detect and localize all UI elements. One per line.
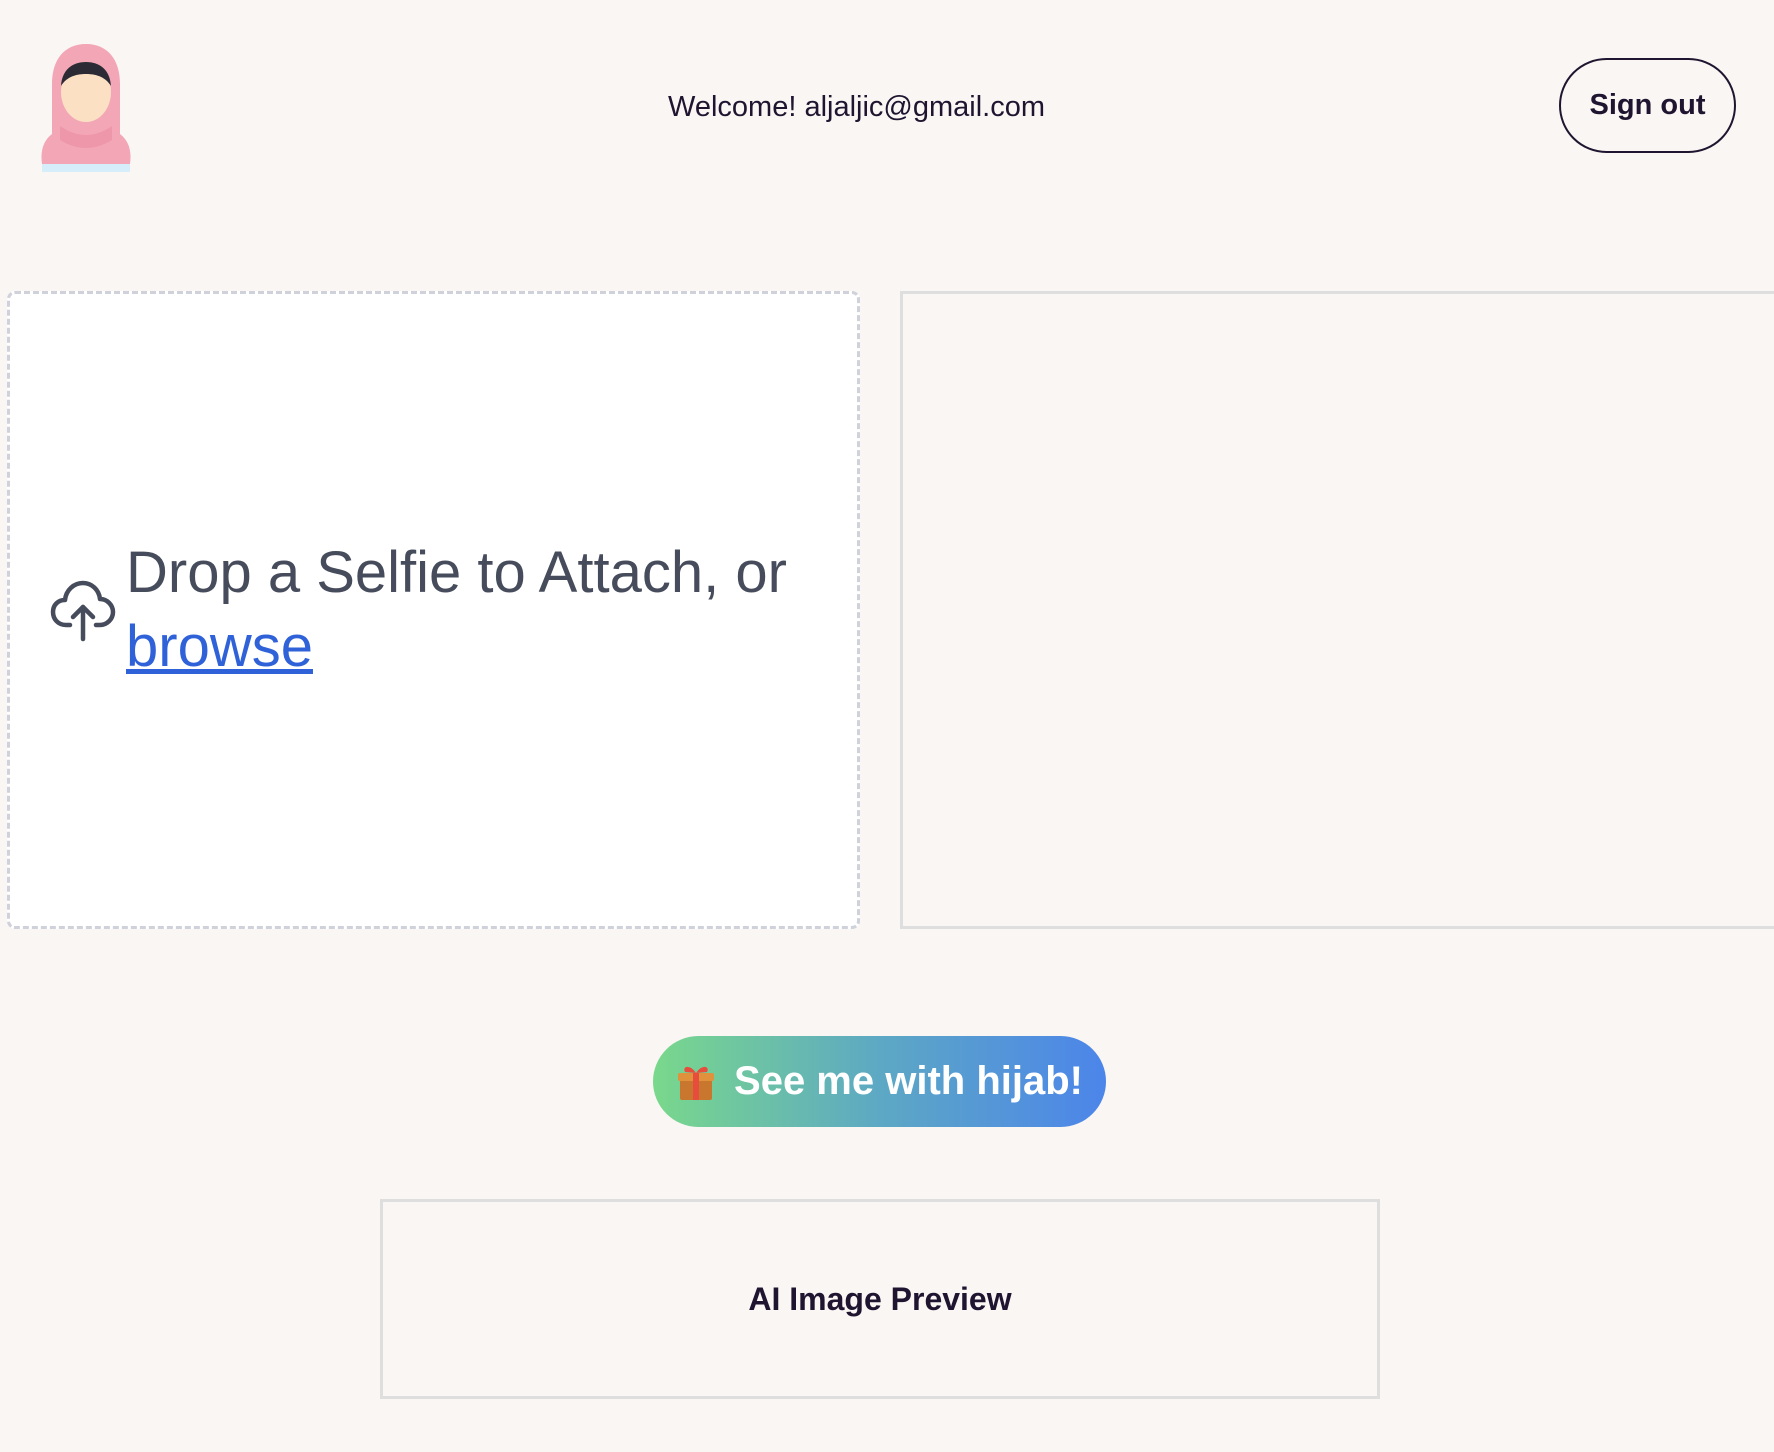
welcome-message: Welcome! aljaljic@gmail.com — [668, 91, 1045, 123]
ai-image-preview-box: AI Image Preview — [380, 1199, 1380, 1399]
selfie-dropzone[interactable]: Drop a Selfie to Attach, or browse — [7, 291, 860, 929]
dropzone-prompt: Drop a Selfie to Attach, or browse — [126, 536, 787, 684]
hijab-avatar-icon — [40, 40, 132, 172]
gift-icon — [676, 1062, 716, 1102]
see-me-with-hijab-button[interactable]: See me with hijab! — [653, 1036, 1106, 1127]
see-me-with-hijab-label: See me with hijab! — [734, 1059, 1083, 1103]
selfie-preview-box — [900, 291, 1774, 929]
browse-link[interactable]: browse — [126, 614, 313, 679]
cloud-upload-icon — [48, 575, 118, 645]
ai-image-preview-label: AI Image Preview — [748, 1280, 1012, 1317]
dropzone-prompt-text: Drop a Selfie to Attach, or — [126, 540, 787, 605]
sign-out-button[interactable]: Sign out — [1559, 58, 1736, 153]
